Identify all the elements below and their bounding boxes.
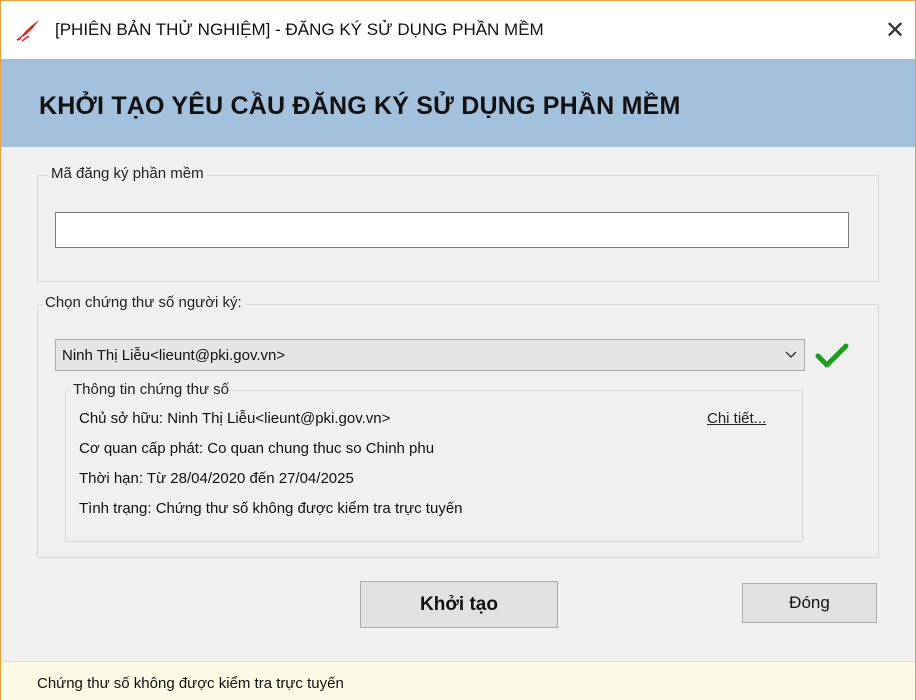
- window-title: [PHIÊN BẢN THỬ NGHIỆM] - ĐĂNG KÝ SỬ DỤNG…: [55, 20, 544, 39]
- certificate-dropdown[interactable]: Ninh Thị Liễu<lieunt@pki.gov.vn>: [55, 339, 805, 371]
- certificate-issuer: Cơ quan cấp phát: Co quan chung thuc so …: [79, 440, 435, 457]
- dialog-window: [PHIÊN BẢN THỬ NGHIỆM] - ĐĂNG KÝ SỬ DỤNG…: [0, 0, 916, 700]
- close-icon: ✕: [884, 17, 906, 44]
- certificate-select-label: Chọn chứng thư số người ký:: [42, 294, 245, 311]
- close-window-button[interactable]: ✕: [875, 11, 915, 51]
- page-header: KHỞI TẠO YÊU CẦU ĐĂNG KÝ SỬ DỤNG PHẦN MỀ…: [1, 59, 915, 147]
- registration-code-input[interactable]: [55, 212, 849, 248]
- registration-code-label: Mã đăng ký phần mềm: [48, 165, 207, 182]
- status-text: Chứng thư số không được kiểm tra trực tu…: [37, 675, 344, 692]
- certificate-validity: Thời hạn: Từ 28/04/2020 đến 27/04/2025: [79, 470, 354, 487]
- certificate-info-label: Thông tin chứng thư số: [70, 381, 233, 398]
- status-bar: Chứng thư số không được kiểm tra trực tu…: [1, 661, 915, 700]
- certificate-dropdown-value: Ninh Thị Liễu<lieunt@pki.gov.vn>: [62, 347, 286, 364]
- certificate-detail-link[interactable]: Chi tiết...: [707, 410, 766, 427]
- red-quill-signature-icon: [16, 20, 39, 42]
- close-button[interactable]: Đóng: [742, 583, 877, 623]
- green-check-icon: [815, 343, 849, 368]
- create-button[interactable]: Khởi tạo: [360, 581, 558, 628]
- title-bar: [PHIÊN BẢN THỬ NGHIỆM] - ĐĂNG KÝ SỬ DỤNG…: [1, 1, 915, 59]
- chevron-down-icon: [785, 351, 797, 358]
- certificate-status: Tình trạng: Chứng thư số không được kiểm…: [79, 500, 463, 517]
- certificate-owner: Chủ sở hữu: Ninh Thị Liễu<lieunt@pki.gov…: [79, 410, 391, 427]
- page-title: KHỞI TẠO YÊU CẦU ĐĂNG KÝ SỬ DỤNG PHẦN MỀ…: [39, 92, 681, 120]
